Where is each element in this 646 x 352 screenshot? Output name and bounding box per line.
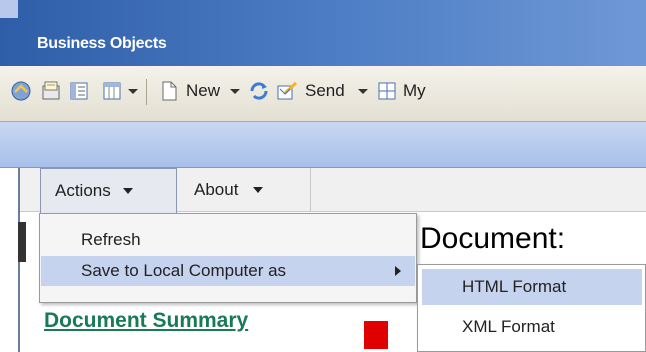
new-dropdown-caret-icon[interactable]: [230, 89, 240, 94]
menu-item-xml-format[interactable]: XML Format: [422, 309, 642, 345]
menu-item-html-format[interactable]: HTML Format: [422, 269, 642, 305]
send-button[interactable]: Send: [305, 80, 345, 102]
menu-item-save-to-local[interactable]: Save to Local Computer as: [41, 256, 415, 286]
send-icon[interactable]: [276, 80, 298, 102]
business-objects-logo: Business Objects: [37, 35, 167, 52]
document-summary-link[interactable]: Document Summary: [44, 309, 248, 333]
menu-item-refresh[interactable]: Refresh: [41, 225, 415, 255]
actions-dropdown: Refresh Save to Local Computer as: [39, 213, 417, 303]
view-dropdown-caret-icon[interactable]: [128, 89, 138, 94]
save-format-submenu: HTML Format XML Format: [417, 264, 646, 352]
menu-item-xml-label: XML Format: [462, 317, 555, 336]
inbox-icon[interactable]: [40, 80, 62, 102]
my-grid-icon[interactable]: [376, 80, 398, 102]
menu-about-label: About: [194, 180, 239, 199]
toolbar: New Send My: [0, 66, 646, 122]
heading-marker: [18, 222, 26, 262]
chevron-down-icon: [253, 187, 263, 193]
red-marker: [364, 321, 388, 349]
app-banner: [0, 0, 646, 66]
document-heading: Document:: [420, 222, 566, 255]
chevron-down-icon: [123, 188, 133, 194]
menu-actions[interactable]: Actions: [40, 168, 177, 213]
new-document-icon[interactable]: [158, 80, 180, 102]
menu-actions-label: Actions: [55, 181, 111, 200]
menu-bar: Actions About: [20, 168, 646, 213]
refresh-icon[interactable]: [248, 80, 270, 102]
menu-item-save-label: Save to Local Computer as: [81, 261, 287, 280]
send-dropdown-caret-icon[interactable]: [358, 89, 368, 94]
chevron-right-icon: [395, 266, 401, 276]
toolbar-separator: [146, 79, 147, 105]
home-icon[interactable]: [10, 80, 32, 102]
header-strip: [0, 122, 646, 168]
my-button[interactable]: My: [403, 80, 426, 102]
view-icon[interactable]: [101, 80, 123, 102]
menu-about[interactable]: About: [180, 168, 311, 212]
menu-item-html-label: HTML Format: [462, 277, 567, 296]
new-button[interactable]: New: [186, 80, 220, 102]
corner-tab: [0, 0, 18, 18]
document-list-icon[interactable]: [68, 80, 90, 102]
menu-item-refresh-label: Refresh: [81, 230, 141, 249]
